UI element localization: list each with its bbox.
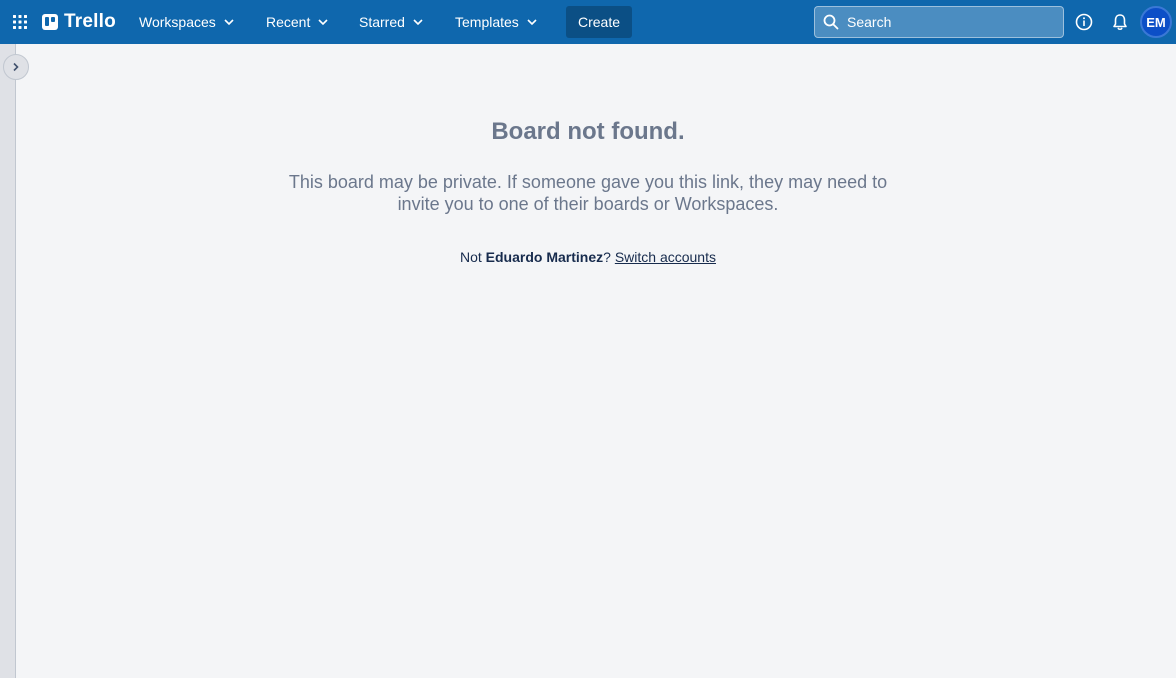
chevron-down-icon <box>413 19 423 26</box>
workspaces-label: Workspaces <box>139 14 216 30</box>
recent-label: Recent <box>266 14 311 30</box>
account-suffix: ? <box>603 249 615 265</box>
logo-text: Trello <box>64 11 116 32</box>
starred-menu[interactable]: Starred <box>355 8 427 36</box>
app-switcher-button[interactable] <box>8 8 32 36</box>
top-navigation-bar: Trello Workspaces Recent Starred Templat… <box>0 0 1176 44</box>
page-title: Board not found. <box>491 118 685 145</box>
not-found-message: This board may be private. If someone ga… <box>288 172 888 214</box>
main-content: Board not found. This board may be priva… <box>16 44 1176 678</box>
starred-label: Starred <box>359 14 405 30</box>
info-icon <box>1075 13 1093 31</box>
trello-logo[interactable]: Trello <box>42 9 116 35</box>
search-input[interactable] <box>847 14 1047 30</box>
templates-label: Templates <box>455 14 519 30</box>
workspaces-menu[interactable]: Workspaces <box>135 8 238 36</box>
chevron-down-icon <box>527 19 537 26</box>
account-name: Eduardo Martinez <box>485 249 604 265</box>
create-button[interactable]: Create <box>566 6 632 38</box>
bell-icon <box>1113 14 1127 31</box>
grid-icon <box>13 15 27 29</box>
recent-menu[interactable]: Recent <box>262 8 332 36</box>
trello-logo-icon <box>42 14 58 30</box>
account-line: Not Eduardo Martinez? Switch accounts <box>16 249 1160 265</box>
search-icon <box>823 14 839 30</box>
information-button[interactable] <box>1072 10 1096 34</box>
collapsed-sidebar <box>0 44 16 678</box>
chevron-down-icon <box>318 19 328 26</box>
templates-menu[interactable]: Templates <box>451 8 541 36</box>
avatar[interactable]: EM <box>1140 6 1172 38</box>
search-box[interactable] <box>814 6 1064 38</box>
switch-accounts-link[interactable]: Switch accounts <box>615 249 716 265</box>
account-prefix: Not <box>459 249 486 265</box>
notifications-button[interactable] <box>1108 10 1132 34</box>
chevron-down-icon <box>224 19 234 26</box>
